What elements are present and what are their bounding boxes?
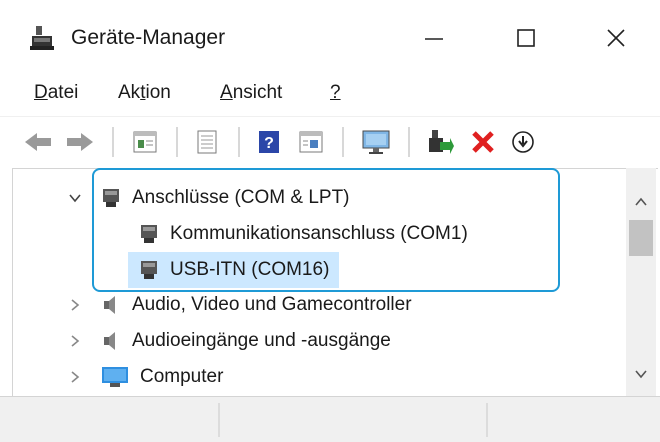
scrollbar-thumb[interactable] [629,220,653,256]
status-bar [0,396,660,442]
toolbar-separator [176,127,178,157]
view-button[interactable] [294,127,328,157]
properties-button[interactable] [128,127,162,157]
tree-item-audio-io[interactable]: Audioeingänge und -ausgänge [100,323,391,359]
toolbar-separator [112,127,114,157]
update-driver-icon [429,130,454,154]
properties-icon [133,131,157,153]
tree-item-ports[interactable]: Anschlüsse (COM & LPT) [100,180,350,216]
tree-item-label: Kommunikationsanschluss (COM1) [170,223,468,244]
minimize-button[interactable] [405,12,463,64]
monitor-button[interactable] [358,127,394,157]
forward-icon [67,133,93,151]
monitor-icon [100,366,130,388]
port-icon [100,187,122,209]
toolbar-separator [342,127,344,157]
update-driver-button[interactable] [424,127,456,157]
chevron-right-icon[interactable] [68,370,82,384]
device-manager-window: Geräte-Manager Datei Aktion Ansicht ? ? … [0,0,660,442]
help-icon: ? [259,131,279,153]
tree-item-com1[interactable]: Kommunikationsanschluss (COM1) [138,216,468,252]
view-icon [299,131,323,153]
menu-ansicht[interactable]: Ansicht [220,82,282,104]
tree-item-label: Audio, Video und Gamecontroller [132,294,412,315]
disable-icon [512,131,534,153]
menu-aktion[interactable]: Aktion [118,82,171,104]
menu-datei[interactable]: Datei [34,82,78,104]
maximize-button[interactable] [497,12,555,64]
menu-bar: Datei Aktion Ansicht ? [0,72,660,117]
toolbar-separator [238,127,240,157]
monitor-icon [362,130,390,154]
tree-item-usb-itn[interactable]: USB-ITN (COM16) [128,252,340,288]
forward-button[interactable] [64,127,96,157]
status-divider [486,403,488,437]
scan-button[interactable] [190,127,224,157]
svg-text:?: ? [264,135,274,152]
back-icon [25,133,51,151]
menu-aktion-pre: Ak [118,82,141,103]
tree-item-computer[interactable]: Computer [100,359,223,395]
status-divider [218,403,220,437]
back-button[interactable] [22,127,54,157]
speaker-icon [100,330,122,352]
menu-datei-accel: D [34,82,48,103]
scroll-up-icon[interactable] [634,194,648,212]
port-icon [138,259,160,281]
minimize-icon [425,38,443,40]
uninstall-button[interactable] [468,127,498,157]
port-icon [138,223,160,245]
menu-ansicht-rest: nsicht [232,82,283,103]
chevron-down-icon[interactable] [68,191,82,205]
chevron-right-icon[interactable] [68,334,82,348]
tree-item-label: Computer [140,366,224,387]
menu-help-accel: ? [330,82,341,103]
menu-ansicht-accel: A [220,82,233,103]
title-bar: Geräte-Manager [0,0,660,72]
scan-icon [197,130,217,154]
device-manager-icon [28,24,56,52]
chevron-right-icon[interactable] [68,298,82,312]
toolbar-separator [408,127,410,157]
menu-datei-rest: atei [47,82,79,103]
tree-item-label: Anschlüsse (COM & LPT) [132,187,350,208]
tree-item-label: Audioeingänge und -ausgänge [132,330,391,351]
help-button[interactable]: ? [252,127,286,157]
window-title: Geräte-Manager [71,26,226,49]
disable-button[interactable] [508,127,538,157]
close-button[interactable] [587,12,645,64]
vertical-scrollbar[interactable] [626,168,656,396]
close-icon [607,29,625,47]
menu-aktion-rest: ion [145,82,171,103]
maximize-icon [517,29,535,47]
scroll-down-icon[interactable] [634,366,648,384]
toolbar: ? [0,117,660,169]
tree-item-audio-video[interactable]: Audio, Video und Gamecontroller [100,287,412,323]
speaker-icon [100,294,122,316]
tree-item-label: USB-ITN (COM16) [170,259,330,280]
uninstall-icon [472,131,494,153]
menu-help[interactable]: ? [330,82,341,104]
